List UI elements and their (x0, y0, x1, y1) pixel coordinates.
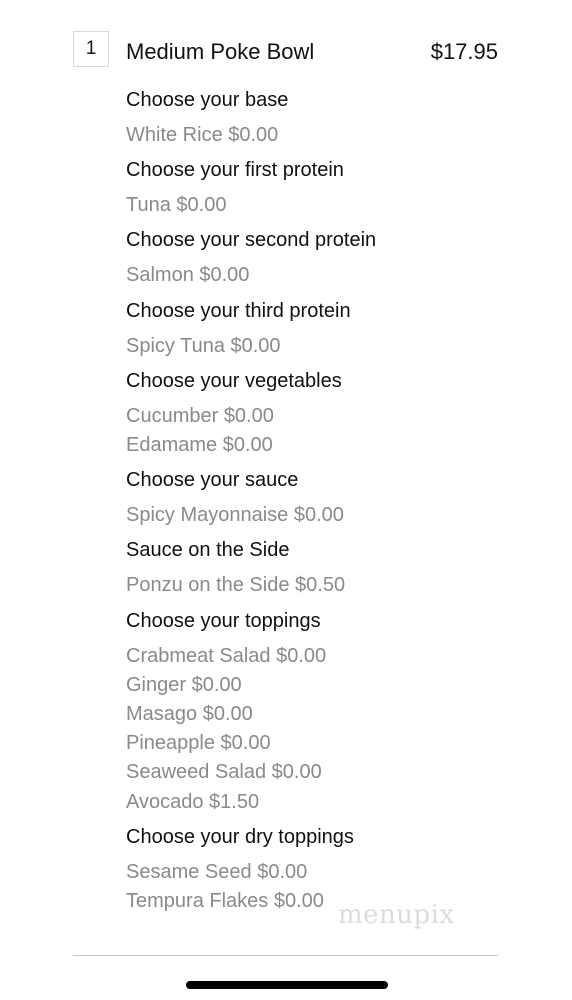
option-group-title: Choose your first protein (126, 159, 344, 182)
home-indicator[interactable] (186, 981, 388, 989)
item-options: Choose your base White Rice $0.00 Choose… (126, 86, 526, 916)
option-choice: Sesame Seed $0.00 (126, 860, 308, 883)
item-price: $17.95 (430, 39, 498, 64)
option-choice: Pineapple $0.00 (126, 732, 271, 755)
option-choice: Avocado $1.50 (126, 790, 260, 813)
quantity-value: 1 (85, 38, 97, 59)
option-group-choices: Salmon $0.00 (126, 261, 526, 290)
option-group-choices: White Rice $0.00 (126, 121, 526, 150)
option-choice: Edamame $0.00 (126, 434, 273, 457)
divider (73, 955, 498, 956)
option-group-title: Choose your toppings (126, 609, 321, 632)
option-group-title: Choose your dry toppings (126, 825, 354, 848)
option-group-choices: Ponzu on the Side $0.50 (126, 571, 526, 600)
option-choice: Masago $0.00 (126, 703, 253, 726)
option-choice: Spicy Tuna $0.00 (126, 334, 281, 357)
watermark: menupix (338, 900, 455, 930)
quantity-box[interactable]: 1 (73, 31, 109, 67)
option-group-choices: Sesame Seed $0.00 Tempura Flakes $0.00 (126, 858, 526, 916)
option-choice: Spicy Mayonnaise $0.00 (126, 504, 344, 527)
option-choice: Ginger $0.00 (126, 673, 242, 696)
option-group-title: Choose your vegetables (126, 369, 342, 392)
option-group-title: Choose your second protein (126, 229, 377, 252)
option-choice: Ponzu on the Side $0.50 (126, 574, 346, 597)
option-group-choices: Spicy Mayonnaise $0.00 (126, 501, 526, 530)
option-group-choices: Cucumber $0.00 Edamame $0.00 (126, 402, 526, 460)
option-choice: Salmon $0.00 (126, 264, 250, 287)
option-group-title: Sauce on the Side (126, 539, 290, 562)
option-group-choices: Spicy Tuna $0.00 (126, 332, 526, 361)
option-group-title: Choose your base (126, 89, 289, 111)
option-choice: Tempura Flakes $0.00 (126, 890, 324, 913)
option-group-title: Choose your third protein (126, 299, 351, 322)
option-group-choices: Tuna $0.00 (126, 191, 526, 220)
item-name: Medium Poke Bowl (126, 39, 315, 64)
option-choice: Tuna $0.00 (126, 194, 227, 217)
option-choice: White Rice $0.00 (126, 124, 279, 146)
option-choice: Cucumber $0.00 (126, 404, 274, 427)
option-group-title: Choose your sauce (126, 469, 299, 492)
option-choice: Seaweed Salad $0.00 (126, 761, 322, 784)
option-choice: Crabmeat Salad $0.00 (126, 644, 327, 667)
option-group-choices: Crabmeat Salad $0.00 Ginger $0.00 Masago… (126, 642, 526, 817)
